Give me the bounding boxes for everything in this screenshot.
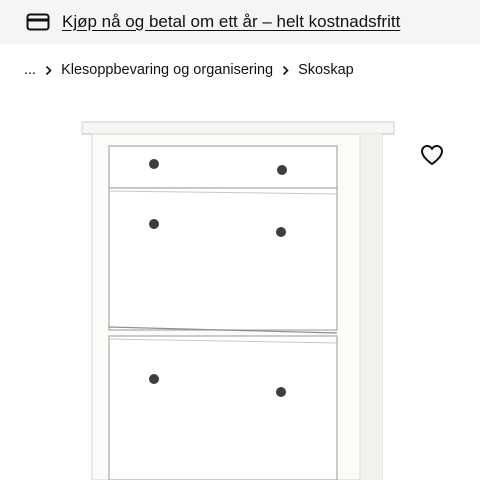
chevron-right-icon xyxy=(45,65,52,76)
product-image[interactable] xyxy=(0,96,480,480)
breadcrumb-ellipsis[interactable]: ... xyxy=(24,62,36,78)
breadcrumb: ... Klesoppbevaring og organisering Skos… xyxy=(24,58,354,82)
white-shoe-cabinet-image xyxy=(81,121,395,480)
breadcrumb-item-klesoppbevaring[interactable]: Klesoppbevaring og organisering xyxy=(61,62,273,78)
credit-card-icon xyxy=(26,13,50,31)
promo-link[interactable]: Kjøp nå og betal om ett år – helt kostna… xyxy=(62,12,400,32)
chevron-right-icon xyxy=(282,65,289,76)
favourite-button[interactable] xyxy=(416,141,448,173)
heart-outline-icon xyxy=(420,144,444,171)
breadcrumb-item-skoskap[interactable]: Skoskap xyxy=(298,62,354,78)
promo-banner: Kjøp nå og betal om ett år – helt kostna… xyxy=(0,0,480,44)
